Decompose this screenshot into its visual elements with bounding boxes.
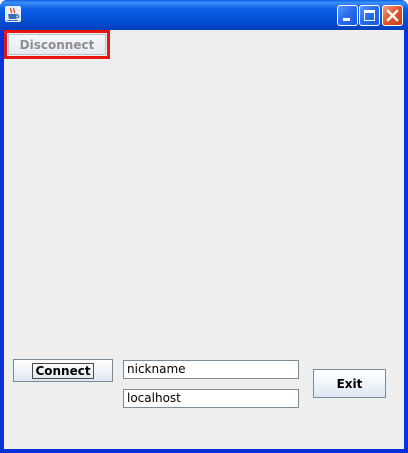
host-field[interactable]: localhost xyxy=(123,389,299,408)
disconnect-button-highlight: Disconnect xyxy=(4,30,110,59)
disconnect-button-label: Disconnect xyxy=(19,37,95,52)
connect-button-label: Connect xyxy=(32,362,94,379)
host-field-value: localhost xyxy=(127,391,181,405)
connect-button[interactable]: Connect xyxy=(13,359,113,382)
nickname-field-value: nickname xyxy=(127,362,186,376)
minimize-button[interactable] xyxy=(337,5,358,26)
content-pane: Connect Disconnect nickname localhost Ex… xyxy=(4,30,404,449)
close-button[interactable] xyxy=(382,5,403,26)
maximize-icon xyxy=(364,10,375,21)
maximize-button[interactable] xyxy=(359,5,380,26)
app-window: Connect Disconnect nickname localhost Ex… xyxy=(0,0,408,453)
title-bar[interactable] xyxy=(0,0,408,30)
close-icon xyxy=(386,9,399,22)
exit-button[interactable]: Exit xyxy=(313,369,386,398)
disconnect-button[interactable]: Disconnect xyxy=(8,34,106,55)
exit-button-label: Exit xyxy=(336,376,363,391)
minimize-icon xyxy=(343,18,350,21)
java-cup-icon[interactable] xyxy=(5,6,21,22)
nickname-field[interactable]: nickname xyxy=(123,360,299,379)
